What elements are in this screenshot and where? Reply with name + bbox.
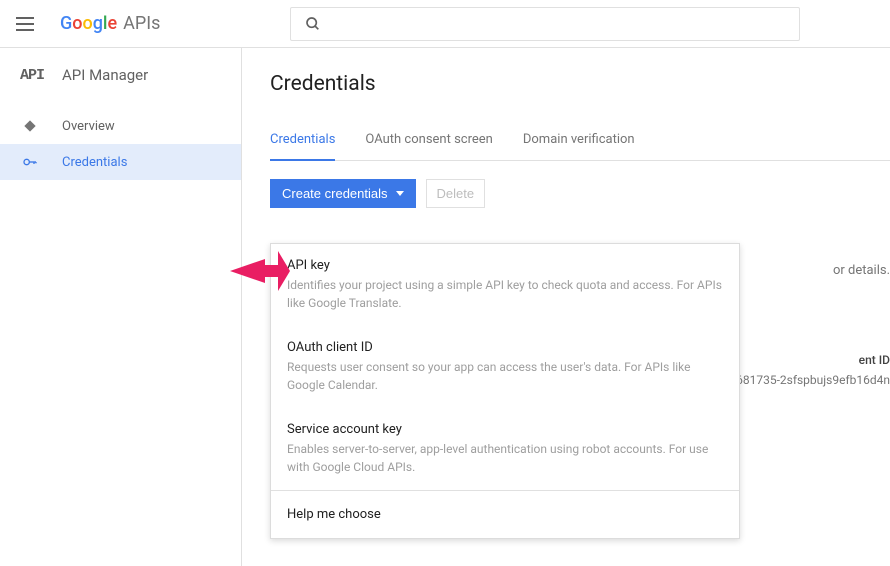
- tab-credentials[interactable]: Credentials: [270, 132, 335, 161]
- sidebar-item-credentials[interactable]: Credentials: [0, 144, 241, 180]
- google-apis-logo[interactable]: Google APIs: [60, 13, 160, 34]
- caret-down-icon: [396, 191, 404, 196]
- create-credentials-button[interactable]: Create credentials: [270, 179, 416, 208]
- dropdown-item-api-key[interactable]: API key Identifies your project using a …: [271, 244, 739, 326]
- dropdown-item-desc: Identifies your project using a simple A…: [287, 276, 723, 312]
- create-credentials-dropdown: API key Identifies your project using a …: [270, 243, 740, 539]
- top-header: Google APIs: [0, 0, 890, 48]
- tab-domain-verification[interactable]: Domain verification: [523, 132, 635, 160]
- sidebar-title: API Manager: [62, 66, 148, 84]
- action-row: Create credentials Delete: [270, 179, 890, 208]
- sidebar: API API Manager Overview Credentials: [0, 48, 242, 566]
- annotation-arrow-icon: [230, 251, 290, 291]
- main-content: Credentials Credentials OAuth consent sc…: [242, 48, 890, 566]
- tab-oauth-consent[interactable]: OAuth consent screen: [365, 132, 492, 160]
- dropdown-item-title: API key: [287, 258, 723, 273]
- create-credentials-label: Create credentials: [282, 186, 388, 201]
- hamburger-menu-icon[interactable]: [16, 12, 40, 36]
- sidebar-item-overview[interactable]: Overview: [0, 108, 241, 144]
- tab-bar: Credentials OAuth consent screen Domain …: [270, 132, 890, 161]
- page-title: Credentials: [270, 72, 890, 96]
- dropdown-item-title: OAuth client ID: [287, 340, 723, 355]
- dropdown-item-oauth-client[interactable]: OAuth client ID Requests user consent so…: [271, 326, 739, 408]
- sidebar-item-label: Overview: [62, 119, 115, 134]
- logo-suffix: APIs: [123, 13, 160, 34]
- dropdown-item-desc: Requests user consent so your app can ac…: [287, 358, 723, 394]
- sidebar-header: API API Manager: [0, 66, 241, 108]
- search-input[interactable]: [290, 7, 800, 41]
- api-product-icon: API: [20, 67, 44, 84]
- dropdown-item-desc: Enables server-to-server, app-level auth…: [287, 440, 723, 476]
- search-icon: [305, 16, 321, 32]
- dropdown-item-title: Service account key: [287, 422, 723, 437]
- obscured-column-header: ent ID: [859, 353, 890, 367]
- sidebar-item-label: Credentials: [62, 155, 127, 170]
- obscured-text-details: or details.: [833, 263, 890, 278]
- diamond-icon: [20, 119, 40, 133]
- dropdown-item-service-account[interactable]: Service account key Enables server-to-se…: [271, 408, 739, 490]
- delete-button[interactable]: Delete: [426, 179, 486, 208]
- dropdown-help-me-choose[interactable]: Help me choose: [271, 491, 739, 538]
- key-icon: [20, 154, 40, 170]
